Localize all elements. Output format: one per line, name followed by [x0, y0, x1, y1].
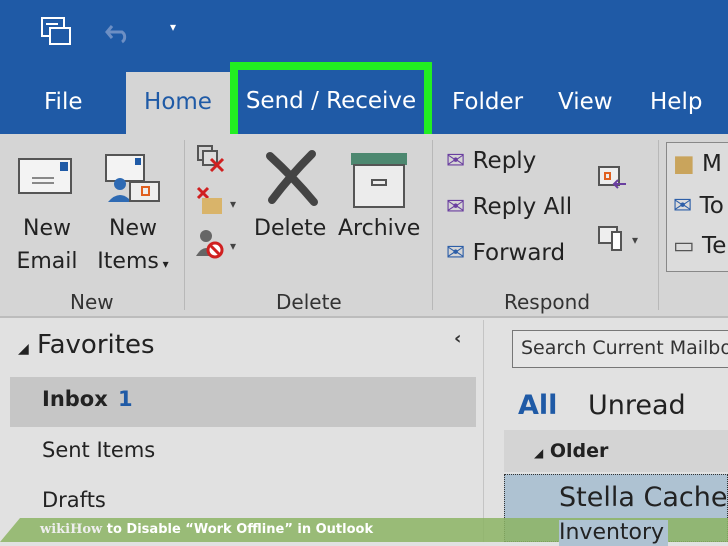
archive-label: Archive	[338, 216, 421, 241]
more-respond-icon[interactable]: ▾	[598, 226, 644, 254]
message-sender: Stella Cachet	[559, 482, 728, 513]
group-header-older[interactable]: ◢ Older	[504, 430, 728, 472]
undo-icon[interactable]	[104, 20, 132, 44]
group-label-new: New	[70, 290, 114, 314]
new-email-label-2: Email	[16, 249, 78, 274]
meeting-reply-icon[interactable]	[598, 166, 628, 192]
forward-button[interactable]: ✉ Forward	[446, 240, 565, 266]
title-bar: ▾ File Home Send / Receive Folder View H…	[0, 0, 728, 142]
reply-all-icon: ✉	[446, 194, 466, 220]
watermark-text: to Disable “Work Offline” in Outlook	[106, 522, 374, 537]
new-email-label: New	[23, 216, 71, 241]
forward-envelope-icon: ✉	[673, 193, 693, 219]
collapse-pane-icon[interactable]: ‹	[454, 328, 461, 349]
customize-toolbar-icon[interactable]: ▾	[170, 20, 176, 34]
svg-text:▾: ▾	[230, 197, 236, 211]
folder-item-sent[interactable]: Sent Items	[42, 438, 155, 462]
clean-up-icon[interactable]: ▾	[196, 186, 242, 216]
folder-item-drafts[interactable]: Drafts	[42, 488, 106, 512]
folder-icon: ■	[673, 151, 695, 177]
reply-all-button[interactable]: ✉ Reply All	[446, 194, 572, 220]
quick-step-label: To	[699, 193, 724, 219]
reply-icon: ✉	[446, 148, 466, 174]
delete-x-icon	[266, 150, 318, 206]
quick-step-team-email[interactable]: ▭ Te	[673, 233, 726, 259]
archive-box-icon	[351, 153, 407, 208]
quick-step-to-manager[interactable]: ✉ To	[673, 193, 724, 219]
folder-item-inbox[interactable]: Inbox 1	[10, 377, 476, 427]
tab-view[interactable]: View	[542, 72, 629, 134]
svg-text:▾: ▾	[230, 239, 236, 253]
quick-step-move[interactable]: ■ M	[673, 151, 722, 177]
sync-folders-icon[interactable]	[40, 16, 72, 46]
dropdown-arrow-icon: ▾	[158, 257, 169, 271]
tab-folder[interactable]: Folder	[436, 72, 539, 134]
ignore-icon[interactable]	[196, 144, 226, 174]
filter-unread[interactable]: Unread	[588, 390, 686, 421]
collapse-triangle-icon: ◢	[534, 446, 544, 460]
folder-pane: ◢ Favorites ‹ Inbox 1 Sent Items Drafts	[0, 320, 484, 542]
inbox-label: Inbox	[42, 387, 108, 411]
filter-all[interactable]: All	[518, 390, 557, 421]
tab-help[interactable]: Help	[634, 72, 718, 134]
junk-icon[interactable]: ▾	[196, 228, 242, 260]
quick-steps-gallery: ■ M ✉ To ▭ Te	[666, 142, 728, 272]
watermark-brand: wikiHow	[40, 522, 103, 537]
tab-file[interactable]: File	[28, 72, 99, 134]
forward-icon: ✉	[446, 240, 466, 266]
collapse-triangle-icon: ◢	[18, 341, 29, 357]
favorites-label: Favorites	[37, 330, 155, 360]
quick-step-label: M	[702, 151, 722, 177]
envelope-icon	[18, 158, 72, 194]
search-input[interactable]: Search Current Mailbox	[512, 330, 728, 368]
new-items-icon	[105, 154, 160, 202]
new-items-label: New	[109, 216, 157, 241]
favorites-header[interactable]: ◢ Favorites	[18, 330, 155, 360]
divider	[658, 140, 659, 310]
delete-label: Delete	[254, 216, 327, 241]
divider	[432, 140, 433, 310]
group-label-respond: Respond	[504, 290, 591, 314]
tab-home[interactable]: Home	[126, 72, 230, 134]
divider	[184, 140, 185, 310]
unread-count: 1	[118, 387, 133, 411]
group-label-delete: Delete	[276, 290, 342, 314]
message-subject: Inventory	[559, 520, 669, 546]
forward-label: Forward	[472, 240, 566, 266]
svg-text:▾: ▾	[632, 233, 638, 247]
tab-send-receive[interactable]: Send / Receive	[230, 62, 432, 142]
new-items-label-2: Items	[97, 249, 159, 274]
email-icon: ▭	[673, 233, 695, 259]
quick-step-label: Te	[702, 233, 727, 259]
reply-all-label: Reply All	[472, 194, 573, 220]
reply-label: Reply	[472, 148, 537, 174]
reply-button[interactable]: ✉ Reply	[446, 148, 536, 174]
group-label: Older	[549, 440, 609, 462]
